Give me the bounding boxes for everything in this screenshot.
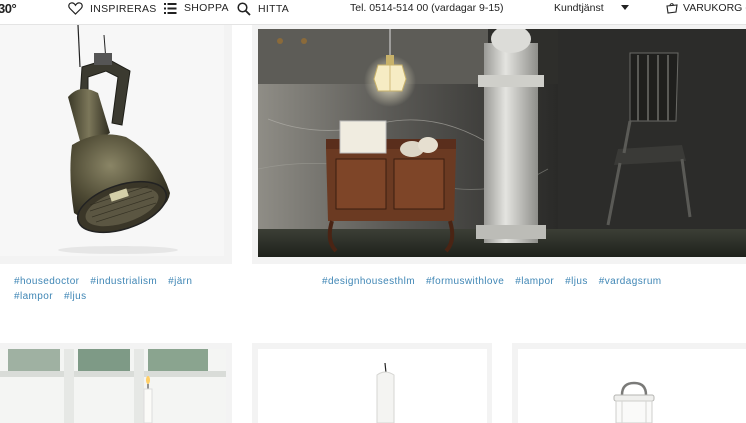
nav-hitta-label: HITTA xyxy=(258,3,290,15)
post-image[interactable] xyxy=(258,29,746,257)
heart-icon xyxy=(68,2,83,15)
tag-link[interactable]: #ljus xyxy=(64,291,87,302)
tag-link[interactable]: #industrialism xyxy=(90,276,157,287)
nav-shoppa[interactable]: SHOPPA xyxy=(164,2,229,14)
industrial-pendant-lamp-image xyxy=(58,25,178,254)
tag-link[interactable]: #lampor xyxy=(515,276,554,287)
site-logo[interactable]: 30° xyxy=(0,1,17,16)
post-card[interactable] xyxy=(0,25,232,264)
post-tags: #designhousesthlm #formuswithlove #lampor #… xyxy=(322,274,742,289)
cart-icon xyxy=(666,3,678,14)
white-candle-image xyxy=(376,362,395,423)
tag-link[interactable]: #designhousesthlm xyxy=(322,276,415,287)
post-card[interactable] xyxy=(252,343,492,423)
nav-hitta[interactable]: HITTA xyxy=(237,2,289,16)
marble-room-image xyxy=(258,29,746,257)
tag-link[interactable]: #ljus xyxy=(565,276,588,287)
post-image[interactable] xyxy=(518,349,746,423)
nav-shoppa-label: SHOPPA xyxy=(184,2,229,14)
post-card[interactable] xyxy=(512,343,746,423)
tag-link[interactable]: #vardagsrum xyxy=(599,276,662,287)
post-card[interactable] xyxy=(0,343,232,423)
post-image[interactable] xyxy=(0,349,226,423)
cart-link[interactable]: VARUKORG (0 xyxy=(666,2,746,14)
post-image[interactable] xyxy=(0,25,224,256)
chevron-down-icon[interactable] xyxy=(621,5,629,10)
post-tags: #housedoctor #industrialism #järn #lampor #… xyxy=(14,274,224,304)
nav-inspireras[interactable]: INSPIRERAS xyxy=(68,2,157,15)
white-lantern-image xyxy=(613,381,655,423)
tag-link[interactable]: #housedoctor xyxy=(14,276,79,287)
list-icon xyxy=(164,2,177,14)
tag-link[interactable]: #lampor xyxy=(14,291,53,302)
search-icon xyxy=(237,2,251,16)
nav-inspireras-label: INSPIRERAS xyxy=(90,2,157,15)
post-card[interactable] xyxy=(252,25,746,264)
tag-link[interactable]: #formuswithlove xyxy=(426,276,504,287)
customer-service-dropdown[interactable]: Kundtjänst xyxy=(554,2,604,14)
phone-number: Tel. 0514-514 00 (vardagar 9-15) xyxy=(350,2,504,14)
cart-label: VARUKORG (0 xyxy=(683,2,746,14)
tag-link[interactable]: #järn xyxy=(168,276,192,287)
site-header: 30° INSPIRERAS SHOPPA HITTA Tel. 0514-51… xyxy=(0,0,746,18)
post-image[interactable] xyxy=(258,349,487,423)
window-candles-image xyxy=(0,349,226,423)
